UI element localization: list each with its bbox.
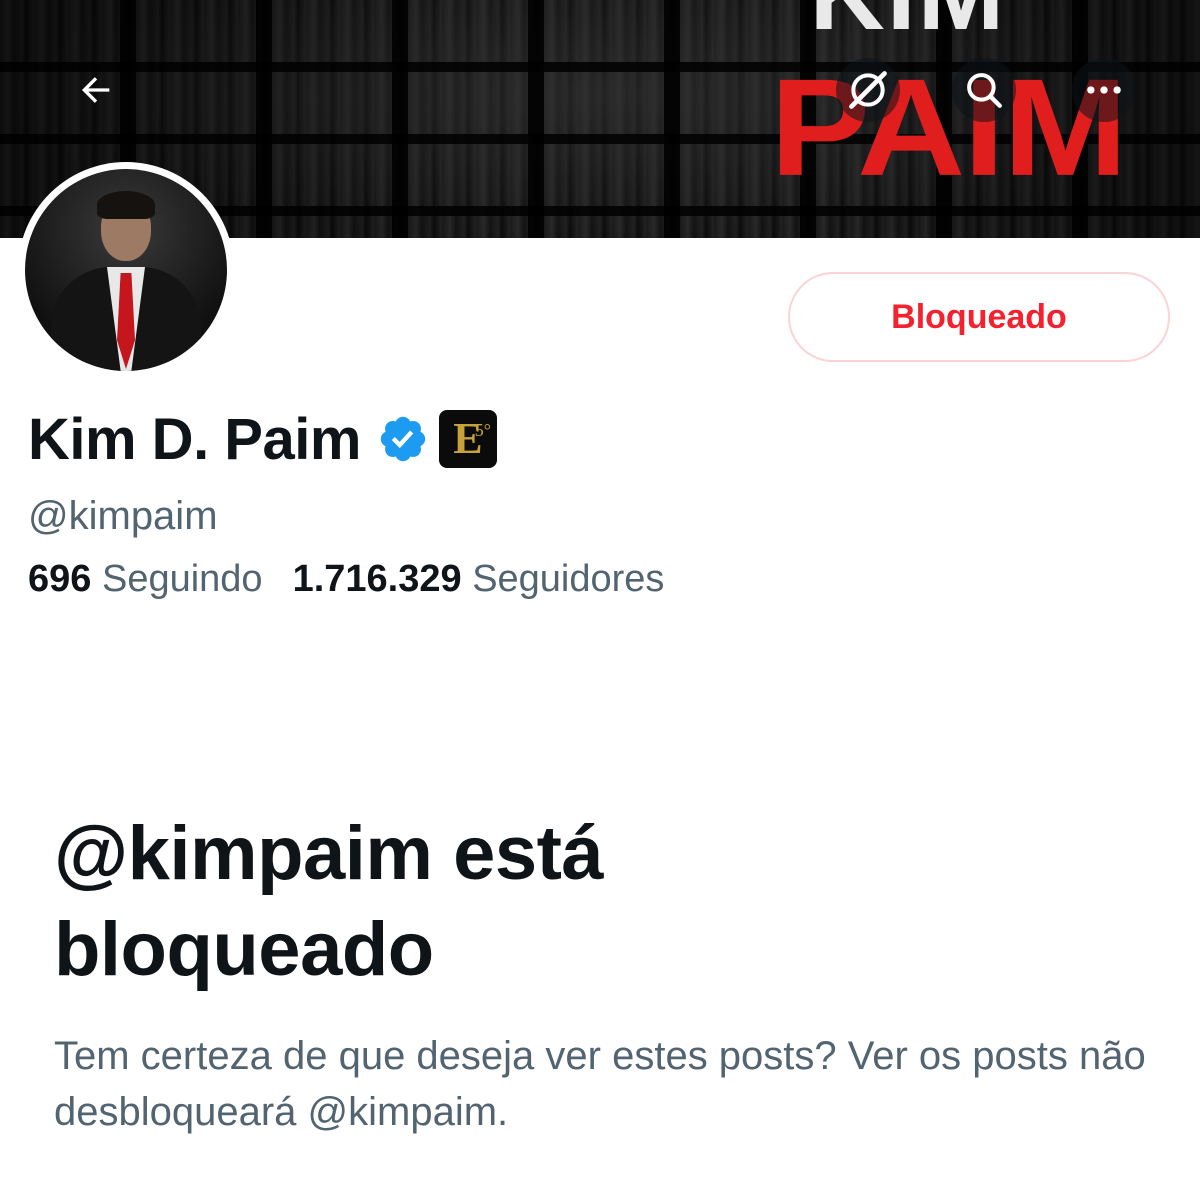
blocked-notice-description: Tem certeza de que deseja ver estes post… [54, 1034, 1146, 1134]
affiliate-badge[interactable]: E 5° [438, 410, 497, 468]
blocked-notice-title: @kimpaim está bloqueado [54, 811, 604, 992]
more-options-button[interactable] [1072, 58, 1136, 122]
more-horizontal-icon [1087, 86, 1121, 94]
following-label: Seguindo [101, 558, 263, 600]
back-button[interactable] [64, 58, 128, 122]
verified-badge-icon[interactable] [377, 413, 429, 465]
display-name: Kim D. Paim [28, 406, 361, 472]
banner-text-kim: KIM [778, 0, 1038, 46]
profile-stats: 696 Seguindo 1.716.329 Seguidores [28, 558, 664, 601]
profile-name-row: Kim D. Paim E 5° [28, 404, 497, 474]
avatar-photo [25, 169, 227, 371]
affiliate-badge-superscript: 5° [474, 420, 491, 440]
arrow-left-icon [81, 77, 110, 103]
following-link[interactable]: 696 Seguindo [28, 558, 263, 600]
followers-link[interactable]: 1.716.329 Seguidores [293, 558, 665, 600]
search-icon [967, 73, 1002, 108]
followers-count: 1.716.329 [292, 558, 462, 600]
grok-icon [849, 71, 887, 109]
grok-button[interactable] [836, 58, 900, 122]
followers-label: Seguidores [472, 558, 665, 600]
search-button[interactable] [952, 58, 1016, 122]
blocked-button[interactable]: Bloqueado [788, 272, 1170, 362]
following-count: 696 [28, 558, 92, 600]
profile-handle: @kimpaim [28, 494, 218, 538]
avatar-hair [97, 191, 155, 219]
profile-avatar[interactable] [18, 162, 234, 378]
